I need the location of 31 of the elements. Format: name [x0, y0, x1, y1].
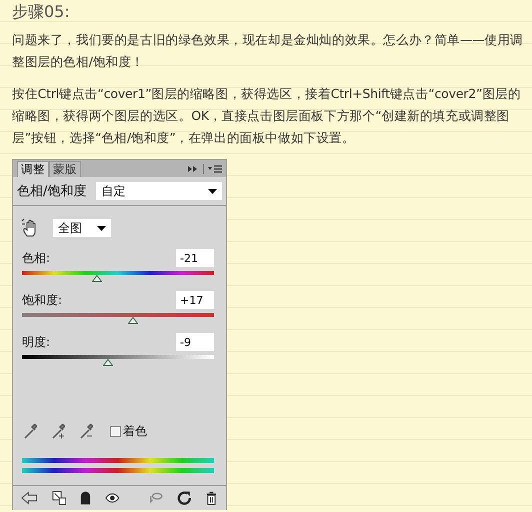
paragraph: 按住Ctrl键点击“cover1”图层的缩略图，获得选区，接着Ctrl+Shift键点击“cover2”图层的缩略图，获得两个图层的选区。OK，直接点击图层面板下方那个“创建新的填充或调整图层”按钮，选择“色相/饱和度”，在弹出的面板中做如下设置。	[12, 85, 522, 147]
slider-thumb[interactable]	[92, 275, 102, 282]
slider-label: 饱和度:	[22, 292, 62, 308]
menu-icon[interactable]	[208, 164, 222, 174]
caret-icon	[97, 226, 106, 230]
mask-icon[interactable]	[80, 490, 92, 506]
value-field[interactable]: +17	[176, 291, 214, 309]
eyedropper-icon[interactable]	[50, 422, 68, 440]
caret-icon	[208, 188, 217, 194]
preset-dropdown[interactable]: 自定	[96, 182, 222, 200]
slider-thumb[interactable]	[128, 317, 138, 324]
value-field[interactable]: -21	[176, 249, 214, 267]
panel-tab[interactable]: 蒙版	[49, 161, 81, 177]
slider-label: 色相:	[22, 250, 50, 266]
adjustment-name: 色相/饱和度	[17, 183, 86, 200]
slider-label: 明度:	[22, 334, 50, 350]
trash-icon[interactable]	[205, 490, 218, 506]
resize-icon[interactable]	[52, 490, 66, 506]
slider-thumb[interactable]	[103, 359, 114, 366]
eyedropper-icon[interactable]	[78, 422, 96, 440]
paragraph: 问题来了，我们要的是古旧的绿色效果，现在却是金灿灿的效果。怎么办？简单——使用调整图层的色相/饱和度！	[12, 31, 524, 71]
panel-tab[interactable]: 调整	[17, 161, 49, 177]
back-arrow-icon[interactable]	[21, 491, 38, 505]
double-arrow-icon[interactable]	[187, 164, 199, 174]
value-field[interactable]: -9	[176, 333, 214, 351]
step-heading: 步骤05:	[12, 1, 71, 23]
reset-icon[interactable]	[176, 490, 192, 506]
eye-icon[interactable]	[105, 493, 120, 503]
colorize-checkbox[interactable]: 着色	[110, 422, 147, 440]
eyedropper-icon[interactable]	[22, 422, 40, 440]
channel-dropdown[interactable]: 全图	[53, 219, 111, 237]
